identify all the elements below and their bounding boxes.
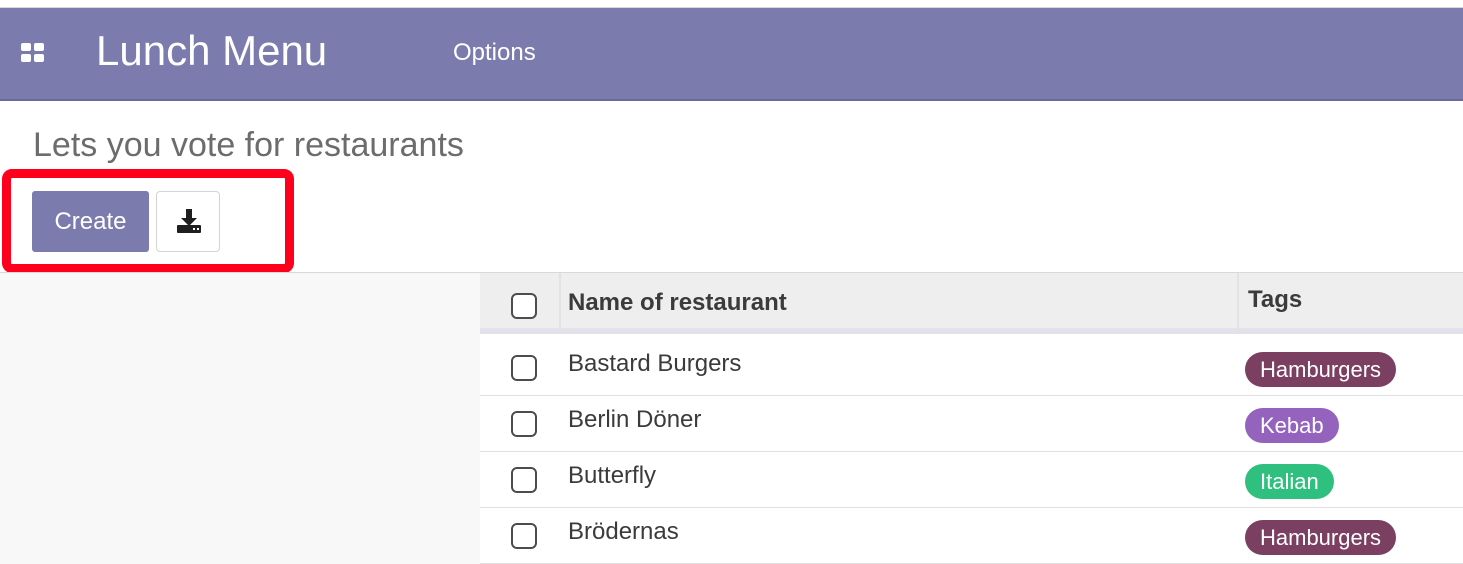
page-subtitle: Lets you vote for restaurants — [33, 126, 464, 164]
column-divider — [1237, 273, 1239, 334]
tag-badge: Hamburgers — [1245, 520, 1397, 555]
table-row[interactable]: Berlin Döner Kebab — [480, 396, 1463, 452]
restaurant-list: Name of restaurant Tags Bastard Burgers … — [480, 273, 1463, 564]
restaurant-name[interactable]: Butterfly — [568, 462, 656, 490]
tag-badge: Kebab — [1245, 408, 1339, 443]
table-row[interactable]: Butterfly Italian — [480, 452, 1463, 508]
window-top-edge — [0, 0, 1463, 8]
table-row[interactable]: Bastard Burgers Hamburgers — [480, 340, 1463, 396]
column-header-tags[interactable]: Tags — [1248, 286, 1302, 314]
app-title[interactable]: Lunch Menu — [96, 26, 327, 76]
table-row[interactable]: Brödernas Hamburgers — [480, 508, 1463, 564]
row-checkbox[interactable] — [511, 355, 537, 381]
select-all-checkbox[interactable] — [511, 293, 537, 319]
row-checkbox[interactable] — [511, 411, 537, 437]
row-checkbox[interactable] — [511, 467, 537, 493]
top-navbar: Lunch Menu Options — [0, 8, 1463, 101]
select-all-cell — [480, 273, 561, 334]
left-panel — [0, 273, 480, 564]
restaurant-name[interactable]: Bastard Burgers — [568, 350, 741, 378]
create-button[interactable]: Create — [32, 191, 149, 252]
table-header: Name of restaurant Tags — [480, 273, 1463, 334]
apps-grid-icon[interactable] — [21, 43, 45, 63]
restaurant-name[interactable]: Berlin Döner — [568, 406, 701, 434]
options-menu[interactable]: Options — [453, 39, 536, 67]
column-header-name[interactable]: Name of restaurant — [568, 289, 787, 317]
restaurant-name[interactable]: Brödernas — [568, 518, 679, 546]
download-icon — [177, 209, 201, 233]
tag-badge: Italian — [1245, 464, 1334, 499]
row-checkbox[interactable] — [511, 523, 537, 549]
download-button[interactable] — [156, 191, 220, 252]
tag-badge: Hamburgers — [1245, 352, 1397, 387]
